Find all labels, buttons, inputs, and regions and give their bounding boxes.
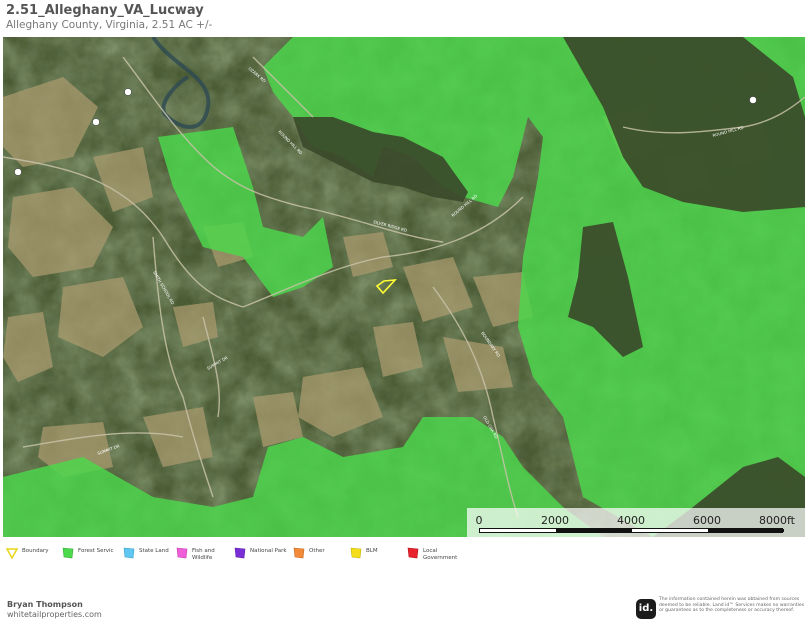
route-marker-icon [124,88,132,96]
route-marker-icon [749,96,757,104]
land-id-logo: id. [636,599,656,619]
legend-label: Local Government [423,548,458,561]
legend-label: BLM [366,548,378,554]
author-website[interactable]: whitetailproperties.com [7,610,102,619]
national-park-icon [234,547,246,559]
scale-track [479,528,784,533]
scale-label: 8000ft [759,514,795,527]
legend-label: Other [309,548,325,554]
route-marker-icon [92,118,100,126]
blm-icon [350,547,362,559]
map-viewport[interactable]: OZARK RD ROUND HILL RD SILVER RIDGE RD R… [3,37,805,537]
boundary-outline-icon [5,548,19,560]
route-marker-icon [14,168,22,176]
state-land-icon [123,547,135,559]
legend-label: Forest Servic [78,548,114,554]
local-government-icon [407,547,419,559]
other-land-icon [293,547,305,559]
fish-wildlife-icon [176,547,188,559]
scale-label: 6000 [693,514,721,527]
map-subtitle: Alleghany County, Virginia, 2.51 AC +/- [6,19,213,31]
scale-bar: 0 2000 4000 6000 8000ft [467,508,805,537]
legend: Boundary Forest Servic State Land Fish a… [5,545,805,565]
legend-label: Fish and Wildlife [192,548,215,561]
satellite-map[interactable]: OZARK RD ROUND HILL RD SILVER RIDGE RD R… [3,37,805,537]
scale-segment [556,529,632,532]
scale-label: 4000 [617,514,645,527]
legend-label: Boundary [22,548,49,554]
author-name: Bryan Thompson [7,600,83,609]
forest-service-icon [62,547,74,559]
scale-label: 2000 [541,514,569,527]
map-title: 2.51_Alleghany_VA_Lucway [6,3,204,18]
disclaimer-text: The information contained herein was obt… [659,597,805,614]
legend-label: State Land [139,548,169,554]
scale-label: 0 [475,514,483,527]
scale-segment [708,529,784,532]
legend-label: National Park [250,548,287,554]
